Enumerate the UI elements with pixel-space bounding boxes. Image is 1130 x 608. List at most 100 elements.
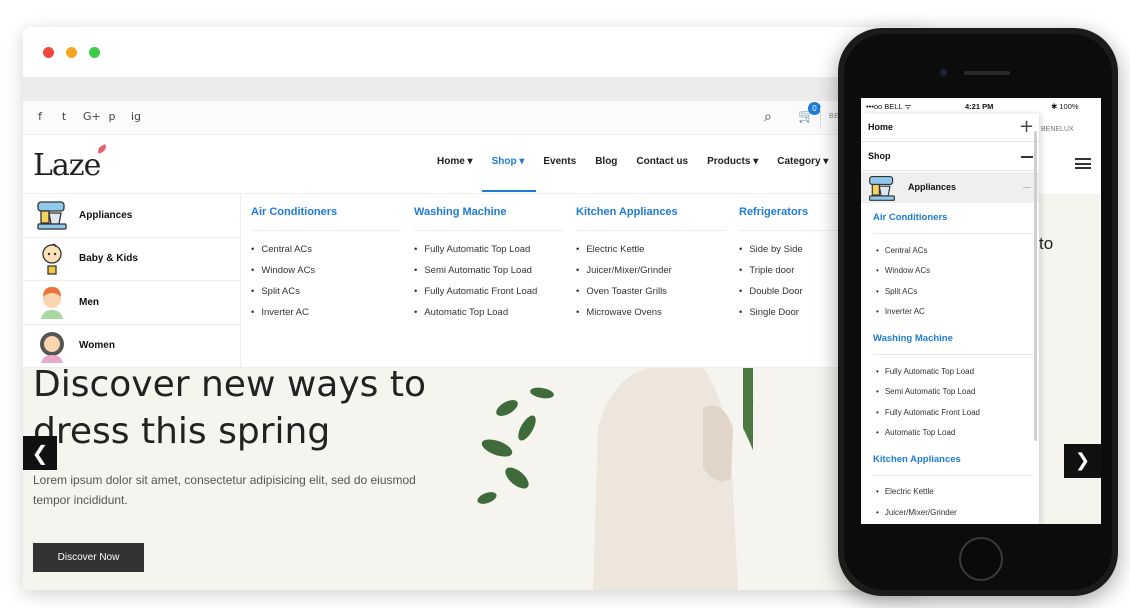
mobile-menu-link[interactable]: Inverter AC xyxy=(876,307,925,316)
divider xyxy=(873,475,1033,476)
slider-next-button[interactable]: ❯ xyxy=(1064,444,1101,478)
baby-icon xyxy=(42,243,62,275)
mixer-icon xyxy=(37,201,67,230)
nav-home[interactable]: Home ▾ xyxy=(437,156,473,167)
menu-link[interactable]: Fully Automatic Front Load xyxy=(414,281,564,302)
menu-link[interactable]: Juicer/Mixer/Grinder xyxy=(576,260,726,281)
menu-link[interactable]: Single Door xyxy=(739,302,849,323)
status-bar: •••oo BELL ᯤ 4:21 PM ✱ 100% xyxy=(861,98,1101,114)
category-label: Appliances xyxy=(79,209,133,221)
menu-link[interactable]: Triple door xyxy=(739,260,849,281)
facebook-icon[interactable]: f xyxy=(35,110,45,123)
menu-label: Home xyxy=(868,122,894,132)
main-nav: Home ▾ Shop ▾ Events Blog Contact us Pro… xyxy=(437,156,847,167)
nav-events[interactable]: Events xyxy=(543,156,576,167)
menu-link[interactable]: Semi Automatic Top Load xyxy=(414,260,564,281)
browser-chrome xyxy=(23,27,923,77)
divider xyxy=(820,107,821,129)
menu-link[interactable]: Double Door xyxy=(739,281,849,302)
mobile-menu-link[interactable]: Window ACs xyxy=(876,266,930,275)
nav-category[interactable]: Category ▾ xyxy=(777,156,828,167)
minus-icon[interactable] xyxy=(1023,187,1031,188)
language-selector[interactable]: BENELUX xyxy=(1041,126,1074,133)
mobile-menu-link[interactable]: Central ACs xyxy=(876,246,928,255)
minimize-window-button[interactable] xyxy=(66,47,77,58)
menu-link[interactable]: Window ACs xyxy=(251,260,401,281)
column-title[interactable]: Air Conditioners xyxy=(251,194,401,231)
mobile-menu-drawer: Home + Shop Appliances Air Conditioners … xyxy=(861,114,1039,524)
social-links: f t G+ p ig xyxy=(35,110,141,123)
menu-column-kitchen-appliances: Kitchen Appliances Electric Kettle Juice… xyxy=(576,194,726,323)
menu-column-washing-machine: Washing Machine Fully Automatic Top Load… xyxy=(414,194,564,323)
mobile-menu-link[interactable]: Electric Kettle xyxy=(876,487,934,496)
mobile-menu-shop[interactable]: Shop xyxy=(861,143,1039,171)
column-title[interactable]: Washing Machine xyxy=(414,194,564,231)
menu-link[interactable]: Side by Side xyxy=(739,239,849,260)
home-button[interactable] xyxy=(959,537,1003,581)
column-title[interactable]: Refrigerators xyxy=(739,194,849,231)
google-plus-icon[interactable]: G+ xyxy=(83,110,101,123)
plus-icon[interactable]: + xyxy=(1019,116,1034,137)
mobile-section-title[interactable]: Kitchen Appliances xyxy=(873,454,961,465)
mobile-section-title[interactable]: Air Conditioners xyxy=(873,212,947,223)
menu-link[interactable]: Inverter AC xyxy=(251,302,401,323)
twitter-icon[interactable]: t xyxy=(59,110,69,123)
discover-now-button[interactable]: Discover Now xyxy=(33,543,144,572)
mixer-icon xyxy=(869,175,895,201)
mobile-category-appliances[interactable]: Appliances xyxy=(861,172,1039,203)
maximize-window-button[interactable] xyxy=(89,47,100,58)
scrollbar[interactable] xyxy=(1034,131,1037,441)
category-list: Appliances Baby & Kids Men Women xyxy=(23,194,241,368)
status-time: 4:21 PM xyxy=(965,102,994,111)
menu-link[interactable]: Automatic Top Load xyxy=(414,302,564,323)
nav-shop[interactable]: Shop ▾ xyxy=(492,156,525,167)
minus-icon[interactable] xyxy=(1021,156,1033,158)
hamburger-menu-icon[interactable] xyxy=(1075,158,1091,169)
site-logo[interactable]: Laze xyxy=(33,148,101,183)
hero-description: Lorem ipsum dolor sit amet, consectetur … xyxy=(33,473,416,507)
nav-blog[interactable]: Blog xyxy=(595,156,617,167)
menu-label: Shop xyxy=(868,151,891,161)
close-window-button[interactable] xyxy=(43,47,54,58)
pinterest-icon[interactable]: p xyxy=(107,110,117,123)
mobile-menu-link[interactable]: Fully Automatic Top Load xyxy=(876,367,974,376)
search-icon[interactable]: ⌕ xyxy=(764,109,772,125)
category-appliances[interactable]: Appliances xyxy=(23,194,240,238)
menu-link[interactable]: Electric Kettle xyxy=(576,239,726,260)
phone-page-background: BENELUX to ❯ xyxy=(1039,98,1101,524)
speaker-grill xyxy=(964,71,1010,75)
model-photo xyxy=(593,368,753,590)
menu-link[interactable]: Oven Toaster Grills xyxy=(576,281,726,302)
menu-link[interactable]: Microwave Ovens xyxy=(576,302,726,323)
mega-menu: Appliances Baby & Kids Men Women Air Con… xyxy=(23,194,923,368)
category-label: Women xyxy=(79,340,115,352)
main-nav-bar: Laze Home ▾ Shop ▾ Events Blog Contact u… xyxy=(23,136,923,194)
slider-prev-button[interactable]: ❮ xyxy=(23,436,57,470)
hero-banner: Discover new ways to dress this spring L… xyxy=(23,364,923,590)
mobile-menu-link[interactable]: Fully Automatic Front Load xyxy=(876,408,980,417)
category-baby-kids[interactable]: Baby & Kids xyxy=(23,238,240,281)
category-men[interactable]: Men xyxy=(23,281,240,325)
stage: f t G+ p ig ⌕ 🛒 0 BEL Laze Home ▾ Shop ▾… xyxy=(0,0,1130,608)
mobile-menu-link[interactable]: Semi Automatic Top Load xyxy=(876,387,976,396)
category-label: Baby & Kids xyxy=(79,253,138,265)
mobile-menu-home[interactable]: Home + xyxy=(861,114,1039,142)
menu-link[interactable]: Central ACs xyxy=(251,239,401,260)
mobile-menu-link[interactable]: Automatic Top Load xyxy=(876,428,956,437)
address-bar[interactable] xyxy=(23,77,923,101)
menu-link[interactable]: Split ACs xyxy=(251,281,401,302)
nav-contact[interactable]: Contact us xyxy=(636,156,688,167)
nav-products[interactable]: Products ▾ xyxy=(707,156,758,167)
top-bar: f t G+ p ig ⌕ 🛒 0 BEL xyxy=(23,101,923,135)
column-title[interactable]: Kitchen Appliances xyxy=(576,194,726,231)
mobile-menu-link[interactable]: Juicer/Mixer/Grinder xyxy=(876,508,957,517)
woman-avatar-icon xyxy=(40,331,64,363)
menu-link[interactable]: Fully Automatic Top Load xyxy=(414,239,564,260)
menu-column-refrigerators: Refrigerators Side by Side Triple door D… xyxy=(739,194,849,323)
mobile-menu-link[interactable]: Split ACs xyxy=(876,287,917,296)
camera-icon xyxy=(940,69,947,76)
hero-title-fragment: to xyxy=(1039,234,1054,253)
instagram-icon[interactable]: ig xyxy=(131,110,141,123)
menu-label: Appliances xyxy=(908,182,957,192)
mobile-section-title[interactable]: Washing Machine xyxy=(873,333,953,344)
